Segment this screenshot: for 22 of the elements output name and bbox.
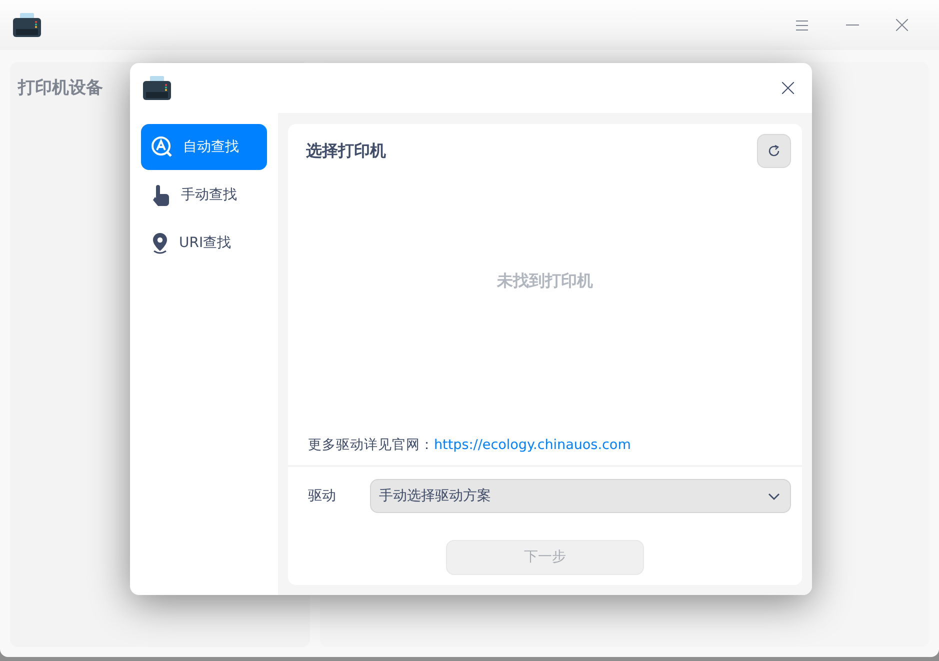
menu-icon (796, 20, 808, 30)
search-icon (151, 136, 173, 158)
empty-message: 未找到打印机 (497, 270, 593, 292)
close-icon (896, 19, 908, 31)
location-pin-icon (151, 232, 169, 254)
chevron-down-icon (768, 492, 780, 500)
nav-item[interactable]: URI查找 (141, 220, 267, 266)
nav-item[interactable]: 自动查找 (141, 124, 267, 170)
refresh-icon (768, 145, 780, 157)
nav-item[interactable]: 手动查找 (141, 172, 267, 218)
minimize-icon (846, 24, 858, 26)
section-title: 选择打印机 (306, 140, 386, 162)
driver-label: 驱动 (308, 486, 337, 506)
driver-note: 更多驱动详见官网：https://ecology.chinauos.com (307, 436, 632, 455)
website-link[interactable]: https://ecology.chinauos.com (434, 436, 631, 453)
hand-pointer-icon (151, 184, 171, 206)
close-icon (782, 82, 794, 94)
sidebar-title: 打印机设备 (18, 77, 103, 100)
printer-icon (142, 75, 172, 101)
driver-dropdown[interactable]: 手动选择驱动方案 (370, 479, 791, 513)
printer-icon (12, 12, 42, 38)
refresh-button[interactable] (757, 134, 791, 168)
